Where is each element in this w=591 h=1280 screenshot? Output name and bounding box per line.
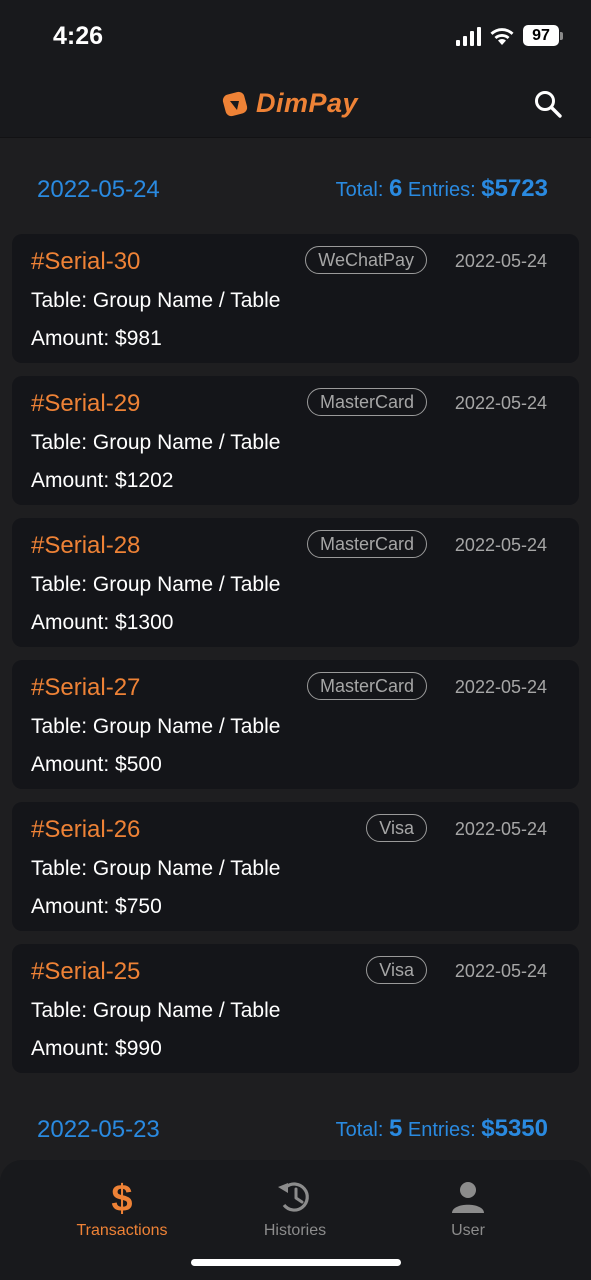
transaction-date: 2022-05-24: [454, 677, 547, 697]
battery-icon: 97: [523, 25, 563, 46]
total-amount: $5350: [481, 1115, 548, 1142]
app-logo: DimPay: [220, 88, 358, 119]
transaction-date: 2022-05-24: [454, 535, 547, 555]
history-icon: [278, 1182, 309, 1212]
amount: Amount: $750: [31, 895, 162, 918]
transaction-date: 2022-05-24: [454, 961, 547, 981]
entries-label: Entries:: [407, 1119, 476, 1141]
payment-method-badge: MasterCard: [306, 672, 427, 700]
total-label: Total:: [335, 179, 384, 201]
table-info: Table: Group Name / Table: [31, 715, 281, 738]
nav-bar: DimPay: [0, 70, 591, 138]
entry-count: 6: [388, 175, 403, 202]
status-icons: 97: [456, 25, 563, 46]
table-info: Table: Group Name / Table: [31, 289, 281, 312]
logo-icon: [222, 91, 248, 116]
amount: Amount: $500: [31, 753, 162, 776]
payment-method-badge: WeChatPay: [305, 246, 427, 274]
transaction-card[interactable]: #Serial-25 Visa 2022-05-24 Table: Group …: [12, 944, 579, 1073]
serial-number: #Serial-30: [31, 248, 141, 275]
payment-method-badge: MasterCard: [306, 388, 427, 416]
entries-label: Entries:: [407, 179, 476, 201]
dollar-icon: $: [111, 1178, 132, 1216]
battery-level: 97: [523, 25, 559, 46]
day-date: 2022-05-23: [37, 1116, 160, 1143]
tab-histories[interactable]: Histories: [225, 1178, 365, 1240]
tab-label: User: [451, 1222, 485, 1239]
serial-number: #Serial-27: [31, 674, 141, 701]
transactions-list[interactable]: 2022-05-24 Total: 6 Entries: $5723 #Seri…: [0, 138, 591, 1160]
tab-label: Transactions: [76, 1222, 168, 1239]
day-header: 2022-05-24 Total: 6 Entries: $5723: [0, 138, 591, 234]
status-time: 4:26: [53, 22, 104, 50]
amount: Amount: $1202: [31, 469, 174, 492]
table-info: Table: Group Name / Table: [31, 431, 281, 454]
serial-number: #Serial-26: [31, 816, 141, 843]
transaction-card[interactable]: #Serial-29 MasterCard 2022-05-24 Table: …: [12, 376, 579, 505]
serial-number: #Serial-28: [31, 532, 141, 559]
table-info: Table: Group Name / Table: [31, 573, 281, 596]
serial-number: #Serial-29: [31, 390, 141, 417]
transaction-card[interactable]: #Serial-26 Visa 2022-05-24 Table: Group …: [12, 802, 579, 931]
user-icon: [452, 1182, 484, 1213]
transaction-card[interactable]: #Serial-27 MasterCard 2022-05-24 Table: …: [12, 660, 579, 789]
day-group: 2022-05-23 Total: 5 Entries: $5350: [0, 1086, 591, 1160]
payment-method-badge: MasterCard: [306, 530, 427, 558]
total-label: Total:: [335, 1119, 384, 1141]
day-date: 2022-05-24: [37, 176, 160, 203]
tab-user[interactable]: User: [398, 1178, 538, 1240]
wifi-icon: [490, 27, 514, 45]
payment-method-badge: Visa: [366, 956, 427, 984]
status-bar: 4:26 97: [0, 0, 591, 70]
transaction-card[interactable]: #Serial-30 WeChatPay 2022-05-24 Table: G…: [12, 234, 579, 363]
day-header: 2022-05-23 Total: 5 Entries: $5350: [0, 1086, 591, 1160]
transaction-date: 2022-05-24: [454, 819, 547, 839]
day-summary: Total: 5 Entries: $5350: [336, 1115, 548, 1143]
total-amount: $5723: [481, 175, 548, 202]
logo-text: DimPay: [256, 88, 359, 118]
entry-count: 5: [388, 1115, 403, 1142]
amount: Amount: $990: [31, 1037, 162, 1060]
day-summary: Total: 6 Entries: $5723: [336, 175, 548, 203]
transaction-card[interactable]: #Serial-28 MasterCard 2022-05-24 Table: …: [12, 518, 579, 647]
search-button[interactable]: [533, 89, 563, 119]
home-indicator[interactable]: [191, 1259, 401, 1266]
table-info: Table: Group Name / Table: [31, 857, 281, 880]
tab-transactions[interactable]: $ Transactions: [52, 1178, 192, 1240]
table-info: Table: Group Name / Table: [31, 999, 281, 1022]
serial-number: #Serial-25: [31, 958, 141, 985]
tab-label: Histories: [263, 1222, 327, 1239]
day-group: 2022-05-24 Total: 6 Entries: $5723 #Seri…: [0, 138, 591, 1073]
search-icon: [535, 91, 562, 118]
amount: Amount: $1300: [31, 611, 174, 634]
transaction-date: 2022-05-24: [454, 251, 547, 271]
payment-method-badge: Visa: [366, 814, 427, 842]
transaction-date: 2022-05-24: [454, 393, 547, 413]
svg-text:$: $: [111, 1178, 132, 1216]
amount: Amount: $981: [31, 327, 162, 350]
signal-icon: [456, 26, 481, 46]
